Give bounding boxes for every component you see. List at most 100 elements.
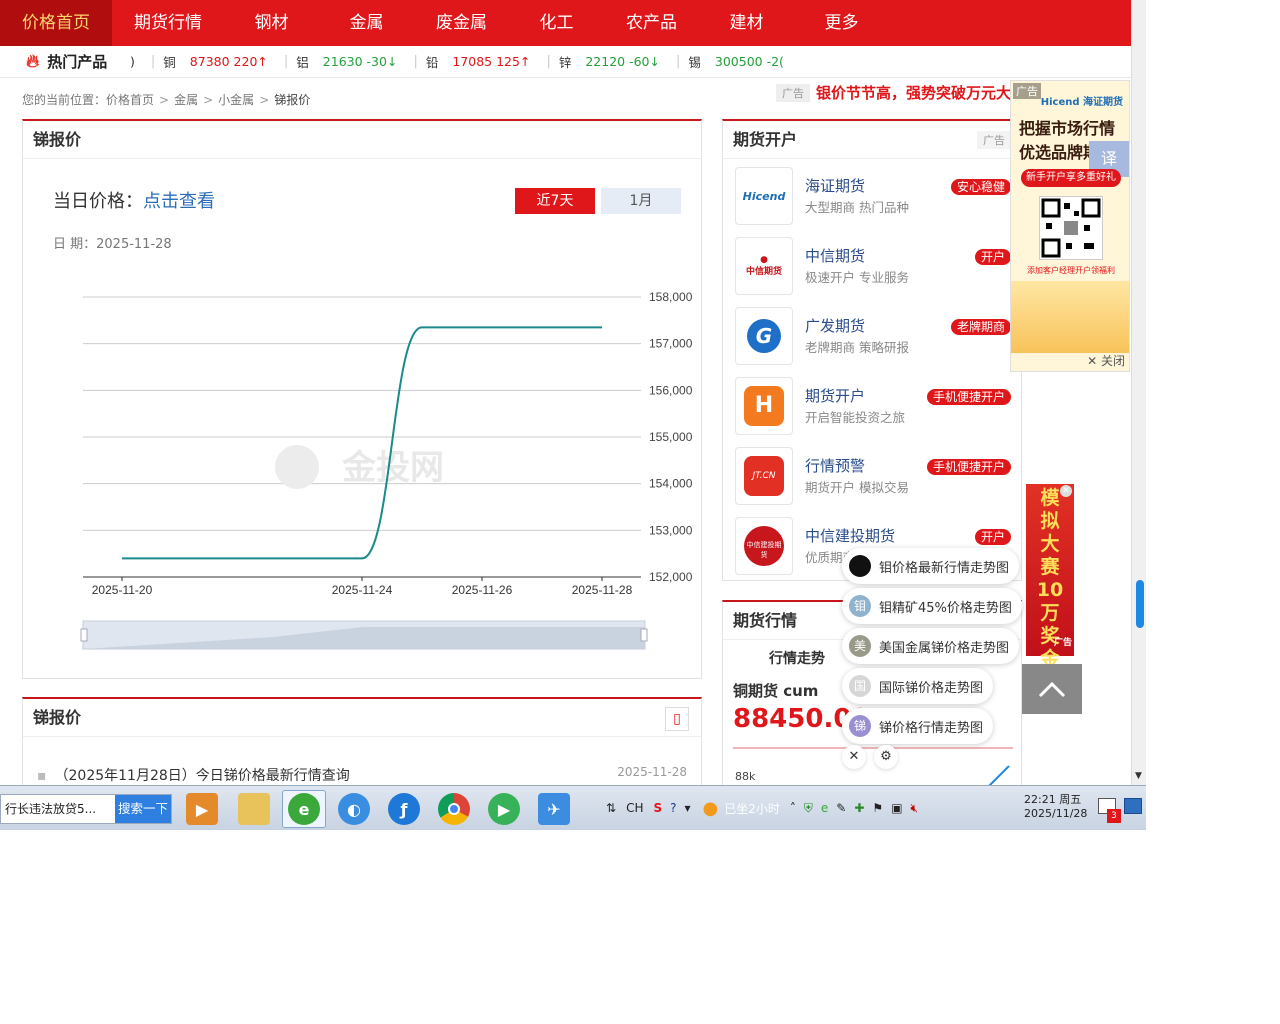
slider-handle-left[interactable] <box>80 628 88 642</box>
breadcrumb-link-minor-metal[interactable]: 小金属 <box>218 93 254 107</box>
futures-item[interactable]: H 期货开户 开启智能投资之旅 手机便捷开户 <box>735 377 1011 435</box>
mini-chart-axis-label: 88k <box>735 770 756 783</box>
ad-brand: Hicend 海证期货 <box>1040 97 1123 108</box>
tab-trend[interactable]: 行情走势 <box>769 648 825 668</box>
nav-item-more[interactable]: 更多 <box>794 0 889 46</box>
notification-count: 3 <box>1107 809 1121 823</box>
ad-text[interactable]: 银价节节高，强势突破万元大关 <box>816 82 1026 103</box>
search-button[interactable]: 搜索一下 <box>115 795 171 823</box>
futures-item[interactable]: JT.CN 行情预警 期货开户 模拟交易 手机便捷开户 <box>735 447 1011 505</box>
related-link[interactable]: 美美国金属锑价格走势图 <box>842 628 1020 664</box>
ie-browser-icon[interactable]: e <box>282 790 326 828</box>
notification-icon[interactable]: 3 <box>1098 798 1121 823</box>
related-link[interactable]: 钼钼精矿45%价格走势图 <box>842 588 1022 624</box>
top-text-ad[interactable]: 广告 银价节节高，强势突破万元大关 <box>776 82 1026 103</box>
x-tick-label: 2025-11-26 <box>452 583 513 597</box>
contest-banner-ad[interactable]: ✕ 模拟大赛 10 万奖金 广告 <box>1026 484 1074 670</box>
ad-tag: 广告 <box>977 131 1011 149</box>
price-line-chart[interactable]: 金投网 158,000 157,000 156,000 155,000 154,000 1… <box>23 271 703 651</box>
nav-item-futures[interactable]: 期货行情 <box>112 0 224 46</box>
hicend-logo-icon: Hicend <box>735 167 793 225</box>
ad-illustration <box>1011 281 1129 353</box>
plus-icon[interactable]: ✚ <box>854 801 864 815</box>
weather-icon[interactable]: ● <box>703 798 719 819</box>
hot-products-label: 🔥︎ 热门产品 <box>26 51 108 72</box>
zoom-slider[interactable] <box>80 620 648 650</box>
tray-menu-icon[interactable]: ▾ <box>685 801 691 815</box>
sogou-icon[interactable]: S <box>653 801 662 815</box>
nav-item-steel[interactable]: 钢材 <box>224 0 319 46</box>
watermark: 金投网 <box>341 448 444 487</box>
help-icon[interactable]: ? <box>670 801 676 815</box>
y-tick-label: 155,000 <box>649 430 693 444</box>
jt-logo-icon: JT.CN <box>735 447 793 505</box>
gear-icon[interactable]: ⚙ <box>874 745 898 769</box>
volume-muted-icon[interactable]: 🔇︎ <box>911 801 919 816</box>
nav-item-scrap[interactable]: 废金属 <box>414 0 509 46</box>
breadcrumb-link-metal[interactable]: 金属 <box>174 93 198 107</box>
related-link[interactable]: 国国际锑价格走势图 <box>842 668 994 704</box>
ticker-item[interactable]: 锌 22120 -60↓ <box>559 52 660 71</box>
top-nav: 价格首页 期货行情 钢材 金属 废金属 化工 农产品 建材 更多 <box>0 0 1131 46</box>
scrollbar[interactable]: ▼ <box>1131 0 1146 785</box>
ticker-item[interactable]: 铝 21630 -30↓ <box>296 52 397 71</box>
news-panel: 锑报价 ▯ ▪ （2025年11月28日）今日锑价格最新行情查询 2025-11-… <box>22 697 702 785</box>
breadcrumb-link-home[interactable]: 价格首页 <box>106 93 154 107</box>
flag-icon[interactable]: ⚑ <box>872 801 883 815</box>
clock[interactable]: 22:21 周五 2025/11/28 <box>1024 793 1087 821</box>
slider-handle-right[interactable] <box>640 628 648 642</box>
watermark-logo-icon <box>275 445 319 489</box>
media-player-icon[interactable]: ▶ <box>180 790 224 828</box>
futures-account-panel: 期货开户 广告 Hicend 海证期货 大型期商 热门品种 安心稳健 ● 中信期货… <box>722 119 1022 581</box>
scroll-down-icon[interactable]: ▼ <box>1135 771 1142 781</box>
chevron-up-icon <box>1038 681 1066 698</box>
pen-icon[interactable]: ✎ <box>836 801 846 815</box>
futures-item[interactable]: ● 中信期货 中信期货 极速开户 专业服务 开户 <box>735 237 1011 295</box>
nav-item-building[interactable]: 建材 <box>699 0 794 46</box>
taskbar-search[interactable]: 行长违法放贷5... 搜索一下 <box>0 794 172 824</box>
close-icon[interactable]: ✕ <box>1060 485 1072 497</box>
x-tick-label: 2025-11-28 <box>572 583 633 597</box>
scrollbar-thumb[interactable] <box>1136 580 1144 628</box>
ad-close-button[interactable]: ✕ 关闭 <box>1087 352 1125 369</box>
ticker-item[interactable]: 铅 17085 125↑ <box>426 52 531 71</box>
tray-scroll-icon[interactable]: ⇅ <box>606 801 616 815</box>
ad-tag: 广告 <box>1013 83 1041 99</box>
cloud-browser-icon[interactable]: ◐ <box>332 790 376 828</box>
system-tray: ⇅ CH S ? ▾ ● 已坐2小时 ˄ ⛨ e ✎ ✚ ⚑ ▣ 🔇︎ <box>606 788 918 828</box>
tray-expand-icon[interactable]: ˄ <box>790 801 796 815</box>
file-explorer-icon[interactable] <box>232 790 276 828</box>
shield-icon[interactable]: ⛨ <box>804 801 813 816</box>
back-to-top-button[interactable] <box>1022 664 1082 714</box>
ime-indicator[interactable]: CH <box>626 801 643 815</box>
flash-icon[interactable]: ƒ <box>382 790 426 828</box>
ticker-item[interactable]: 铜 87380 220↑ <box>163 52 268 71</box>
nav-item-chemical[interactable]: 化工 <box>509 0 604 46</box>
news-title: （2025年11月28日）今日锑价格最新行情查询 <box>54 768 350 784</box>
futures-item[interactable]: Hicend 海证期货 大型期商 热门品种 安心稳健 <box>735 167 1011 225</box>
mobile-icon[interactable]: ▯ <box>665 707 689 731</box>
list-item[interactable]: ▪ （2025年11月28日）今日锑价格最新行情查询 2025-11-28 <box>37 765 687 785</box>
show-desktop-icon[interactable] <box>1124 798 1142 814</box>
futures-item[interactable]: G 广发期货 老牌期商 策略研报 老牌期商 <box>735 307 1011 365</box>
chrome-icon[interactable] <box>432 790 476 828</box>
tab-7-days[interactable]: 近7天 <box>515 188 595 214</box>
close-icon[interactable]: ✕ <box>842 745 866 769</box>
swallow-app-icon[interactable]: ✈ <box>532 790 576 828</box>
nav-item-home[interactable]: 价格首页 <box>0 0 112 46</box>
ticker-lead: ) <box>130 54 135 69</box>
nav-item-metal[interactable]: 金属 <box>319 0 414 46</box>
nav-item-agri[interactable]: 农产品 <box>604 0 699 46</box>
ie-tray-icon[interactable]: e <box>821 801 828 815</box>
news-date: 2025-11-28 <box>617 765 687 779</box>
sit-reminder[interactable]: 已坐2小时 <box>724 800 780 817</box>
related-link[interactable]: 钼价格最新行情走势图 <box>842 548 1020 584</box>
view-price-link[interactable]: 点击查看 <box>143 191 215 212</box>
related-link[interactable]: 锑锑价格行情走势图 <box>842 708 994 744</box>
side-banner-ad[interactable]: 广告 Hicend 海证期货 把握市场行情 优选品牌期货 译 新手开户享多重好礼 … <box>1010 80 1130 372</box>
ticker-item[interactable]: 锡 300500 -2( <box>688 52 784 71</box>
tab-1-month[interactable]: 1月 <box>601 188 681 214</box>
search-text: 行长违法放贷5... <box>5 802 97 816</box>
video-player-icon[interactable]: ▶ <box>482 790 526 828</box>
network-icon[interactable]: ▣ <box>891 801 902 815</box>
